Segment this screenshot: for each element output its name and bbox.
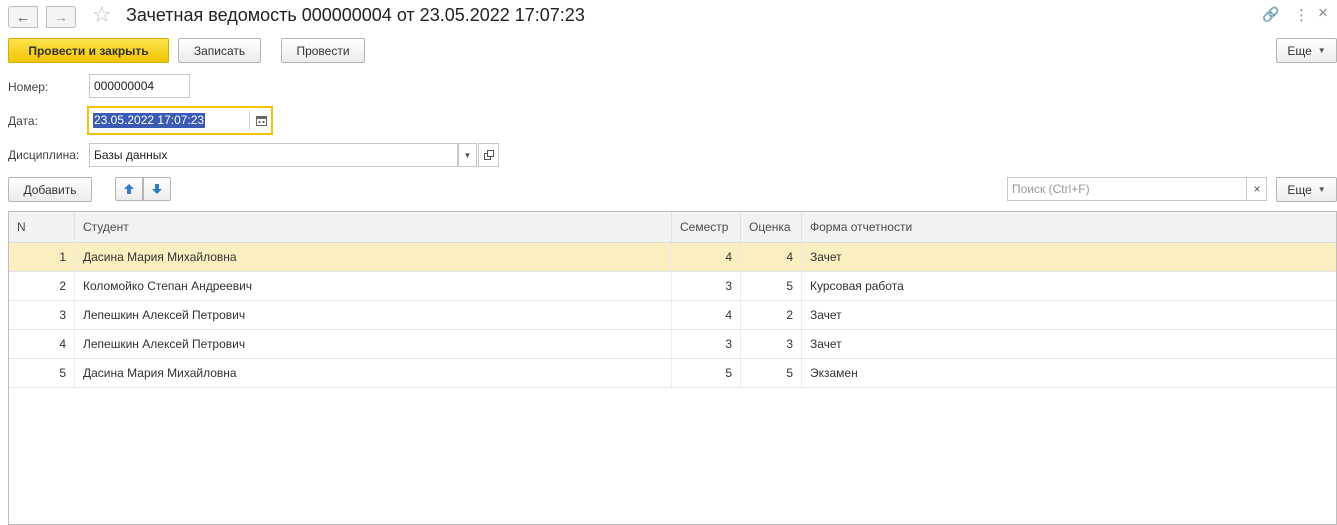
back-button[interactable]: ← xyxy=(8,6,38,28)
link-icon[interactable]: 🔗 xyxy=(1262,6,1279,23)
cell-form: Зачет xyxy=(810,308,842,322)
arrow-left-icon: ← xyxy=(16,9,30,25)
search-input[interactable] xyxy=(1008,178,1246,200)
cell-semester: 5 xyxy=(672,359,741,387)
column-header-grade[interactable]: Оценка xyxy=(741,212,802,243)
discipline-open-button[interactable] xyxy=(478,143,499,167)
number-label: Номер: xyxy=(8,80,49,94)
cell-student: Лепешкин Алексей Петрович xyxy=(75,330,672,358)
search-box[interactable]: × xyxy=(1007,177,1267,201)
calendar-icon[interactable] xyxy=(253,111,269,129)
column-header-form[interactable]: Форма отчетности xyxy=(802,212,1336,243)
add-label: Добавить xyxy=(23,182,77,197)
cell-student: Дасина Мария Михайловна xyxy=(75,359,672,387)
cell-n: 3 xyxy=(9,301,75,329)
post-button[interactable]: Провести xyxy=(281,38,365,63)
discipline-field[interactable]: Базы данных xyxy=(89,143,458,167)
table-row[interactable]: 1 Дасина Мария Михайловна 4 4 Зачет xyxy=(9,243,1336,272)
page-title: Зачетная ведомость 000000004 от 23.05.20… xyxy=(126,5,585,25)
divider xyxy=(249,111,250,130)
move-up-button[interactable] xyxy=(115,177,143,201)
date-value: 23.05.2022 17:07:23 xyxy=(93,113,206,128)
table-row[interactable]: 5 Дасина Мария Михайловна 5 5 Экзамен xyxy=(9,359,1336,388)
cell-semester: 4 xyxy=(672,301,741,329)
add-row-button[interactable]: Добавить xyxy=(8,177,92,202)
table-row[interactable]: 4 Лепешкин Алексей Петрович 3 3 Зачет xyxy=(9,330,1336,359)
number-field[interactable]: 000000004 xyxy=(89,74,190,98)
cell-semester: 3 xyxy=(672,272,741,300)
column-header-n[interactable]: N xyxy=(9,212,75,243)
cell-semester: 3 xyxy=(672,330,741,358)
cell-grade: 3 xyxy=(741,330,802,358)
table-more-label: Еще xyxy=(1287,182,1312,197)
chevron-down-icon: ▼ xyxy=(1317,46,1326,55)
cell-form: Зачет xyxy=(810,337,842,351)
more-label: Еще xyxy=(1287,43,1312,58)
cell-grade: 4 xyxy=(741,243,802,271)
cell-form: Курсовая работа xyxy=(810,279,904,293)
date-field[interactable]: 23.05.2022 17:07:23 xyxy=(87,106,273,135)
cell-student: Коломойко Степан Андреевич xyxy=(75,272,672,300)
post-and-close-button[interactable]: Провести и закрыть xyxy=(8,38,169,63)
cell-grade: 5 xyxy=(741,272,802,300)
save-label: Записать xyxy=(193,43,246,58)
cell-grade: 5 xyxy=(741,359,802,387)
open-window-icon xyxy=(483,150,494,160)
cell-semester: 4 xyxy=(672,243,741,271)
arrow-right-icon: → xyxy=(54,9,68,25)
discipline-dropdown-button[interactable]: ▼ xyxy=(458,143,477,167)
cell-n: 5 xyxy=(9,359,75,387)
column-header-student[interactable]: Студент xyxy=(75,212,672,243)
column-header-semester[interactable]: Семестр xyxy=(672,212,741,243)
table-header: N Студент Семестр Оценка Форма отчетност… xyxy=(9,212,1336,243)
cell-n: 1 xyxy=(9,243,75,271)
move-down-button[interactable] xyxy=(143,177,171,201)
cell-form: Экзамен xyxy=(810,366,858,380)
save-button[interactable]: Записать xyxy=(178,38,261,63)
students-table[interactable]: N Студент Семестр Оценка Форма отчетност… xyxy=(8,211,1337,525)
arrow-up-icon xyxy=(124,184,134,194)
close-icon[interactable]: × xyxy=(1318,3,1328,23)
date-label: Дата: xyxy=(8,114,38,128)
arrow-down-icon xyxy=(152,184,162,194)
cell-form: Зачет xyxy=(810,250,842,264)
favorite-star-icon[interactable]: ☆ xyxy=(92,4,112,26)
post-and-close-label: Провести и закрыть xyxy=(28,43,149,58)
chevron-down-icon: ▼ xyxy=(1317,185,1326,194)
more-button[interactable]: Еще ▼ xyxy=(1276,38,1337,63)
forward-button[interactable]: → xyxy=(46,6,76,28)
table-row[interactable]: 3 Лепешкин Алексей Петрович 4 2 Зачет xyxy=(9,301,1336,330)
post-label: Провести xyxy=(296,43,350,58)
cell-n: 4 xyxy=(9,330,75,358)
clear-search-icon[interactable]: × xyxy=(1246,178,1267,200)
discipline-label: Дисциплина: xyxy=(8,148,80,162)
cell-n: 2 xyxy=(9,272,75,300)
table-more-button[interactable]: Еще ▼ xyxy=(1276,177,1337,202)
cell-student: Дасина Мария Михайловна xyxy=(75,243,672,271)
cell-grade: 2 xyxy=(741,301,802,329)
table-row[interactable]: 2 Коломойко Степан Андреевич 3 5 Курсова… xyxy=(9,272,1336,301)
more-vertical-icon[interactable]: ⋮ xyxy=(1294,6,1309,24)
cell-student: Лепешкин Алексей Петрович xyxy=(75,301,672,329)
chevron-down-icon: ▼ xyxy=(463,150,472,160)
